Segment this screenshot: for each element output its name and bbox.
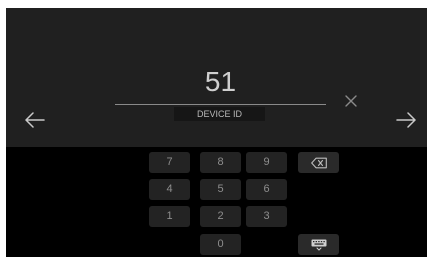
key-2[interactable]: 2 xyxy=(200,206,241,227)
device-id-label: DEVICE ID xyxy=(174,107,265,121)
key-8[interactable]: 8 xyxy=(200,152,241,173)
key-3[interactable]: 3 xyxy=(246,206,287,227)
device-screen: 51 DEVICE ID 7 8 9 4 5 6 1 2 3 0 xyxy=(6,8,427,257)
close-icon[interactable] xyxy=(344,94,358,108)
key-6[interactable]: 6 xyxy=(246,179,287,200)
keyboard-hide-button[interactable] xyxy=(298,234,339,255)
entry-panel: 51 DEVICE ID xyxy=(6,8,427,147)
device-id-value[interactable]: 51 xyxy=(115,66,326,98)
input-underline xyxy=(115,104,326,105)
keyboard-hide-icon xyxy=(311,239,326,251)
key-1[interactable]: 1 xyxy=(149,206,190,227)
arrow-right-icon[interactable] xyxy=(395,111,417,129)
backspace-button[interactable] xyxy=(298,152,339,173)
key-9[interactable]: 9 xyxy=(246,152,287,173)
key-0[interactable]: 0 xyxy=(200,234,241,255)
key-4[interactable]: 4 xyxy=(149,179,190,200)
key-7[interactable]: 7 xyxy=(149,152,190,173)
backspace-icon xyxy=(310,157,327,168)
key-5[interactable]: 5 xyxy=(200,179,241,200)
arrow-left-icon[interactable] xyxy=(24,111,46,129)
